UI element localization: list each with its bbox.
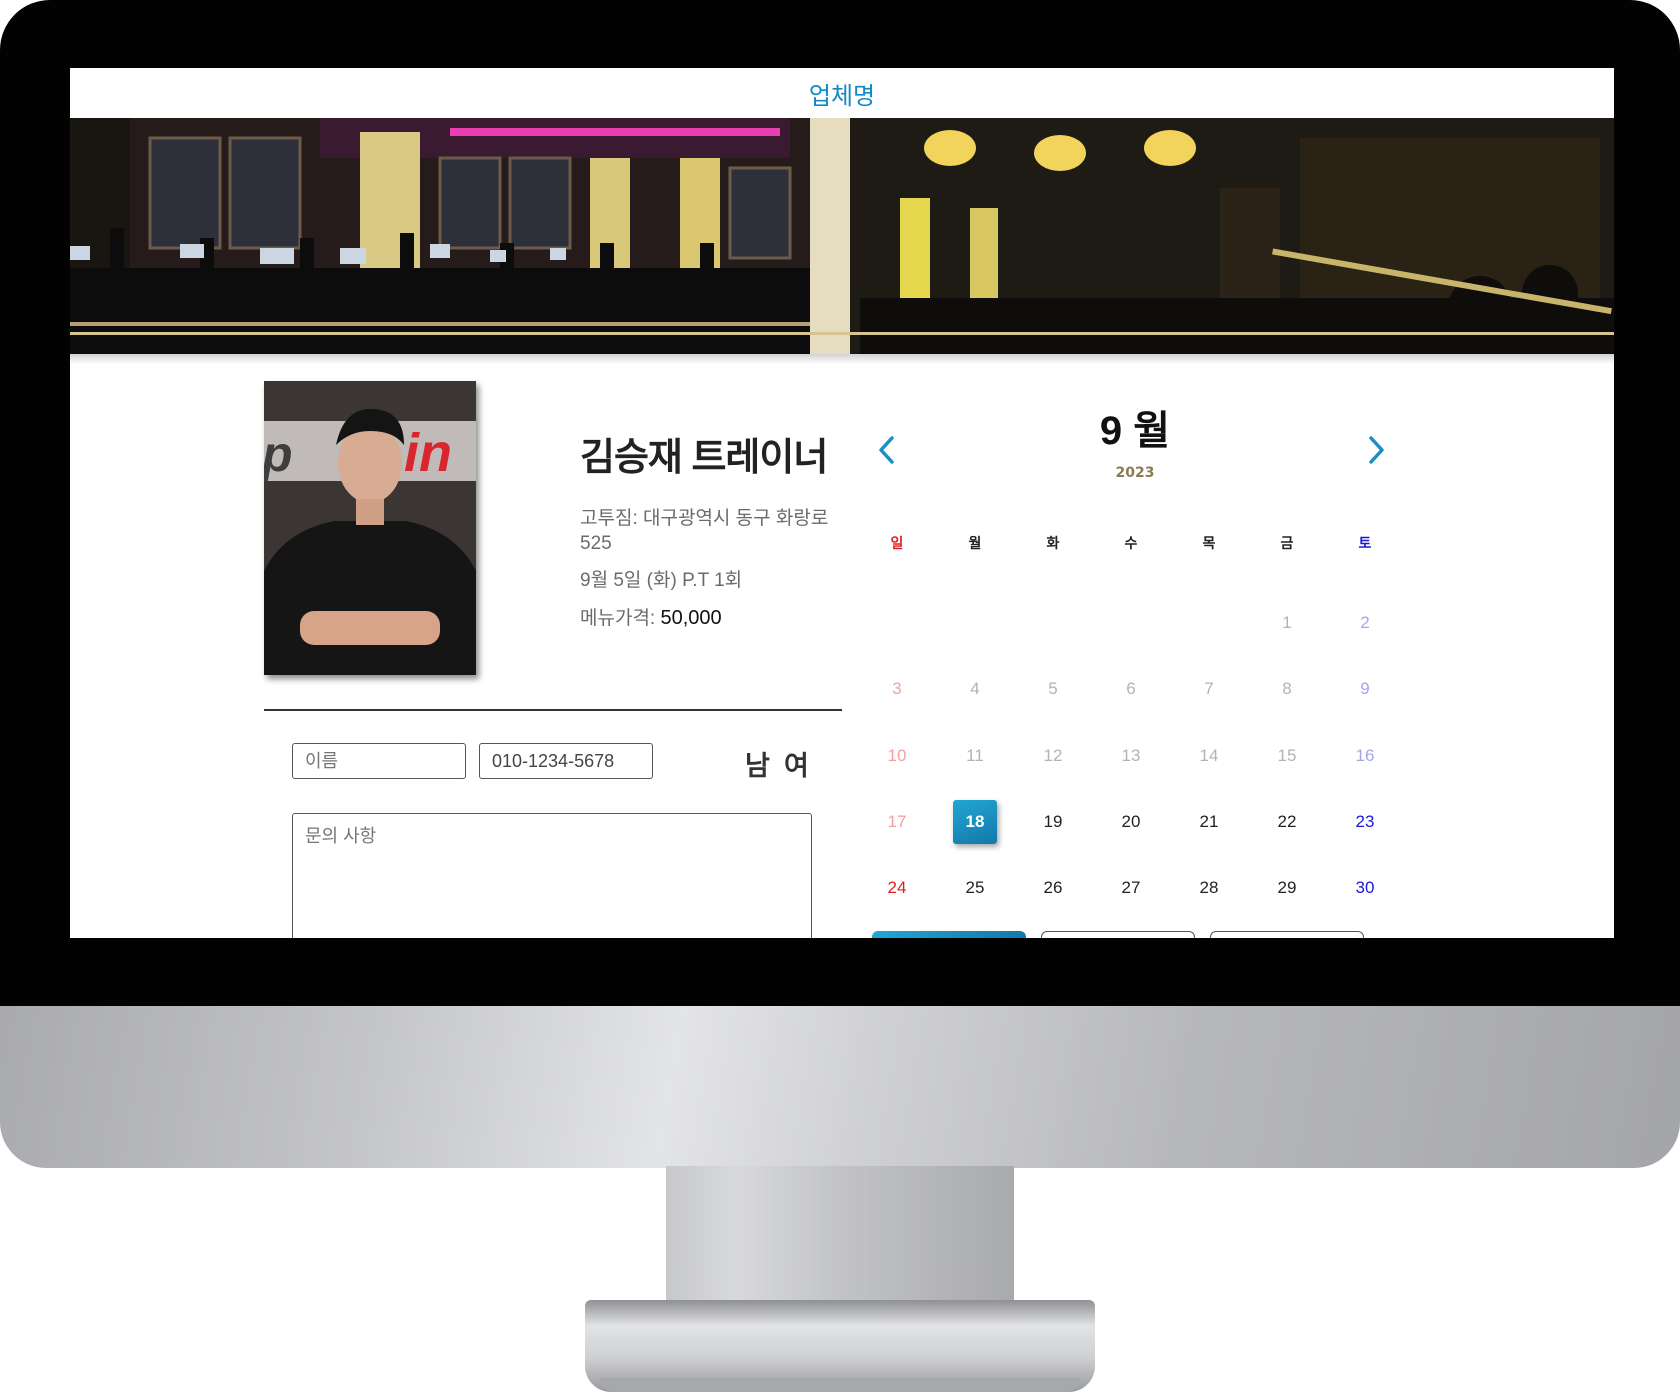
calendar-day[interactable]: 21: [1187, 800, 1231, 844]
calendar-day-selected[interactable]: 18: [953, 800, 997, 844]
phone-input[interactable]: [479, 743, 653, 779]
monitor-stand-base-edge: [600, 1378, 1080, 1392]
calendar-day[interactable]: 12: [1031, 734, 1075, 778]
calendar-year: 2023: [1115, 465, 1155, 481]
calendar-day[interactable]: 6: [1109, 667, 1153, 711]
calendar-day[interactable]: 25: [953, 866, 997, 910]
gender-female-option[interactable]: 여: [784, 744, 809, 783]
svg-text:in: in: [404, 423, 452, 483]
calendar-day[interactable]: 9: [1343, 667, 1387, 711]
weekday-sun: 일: [890, 536, 904, 552]
calendar-day[interactable]: 30: [1343, 866, 1387, 910]
calendar-day[interactable]: 17: [875, 800, 919, 844]
calendar-day[interactable]: 19: [1031, 800, 1075, 844]
time-slot-button[interactable]: [872, 931, 1026, 938]
calendar-day[interactable]: 1: [1265, 601, 1309, 645]
inquiry-textarea[interactable]: [292, 813, 812, 938]
content-area: in p 김승재 트레이너 고투짐: 대구광역시 동구 화랑로 525 9월 5…: [70, 68, 1614, 938]
calendar-day[interactable]: 8: [1265, 667, 1309, 711]
calendar-day[interactable]: 2: [1343, 601, 1387, 645]
weekday-sat: 토: [1358, 536, 1372, 552]
session-info: 9월 5일 (화) P.T 1회: [580, 570, 743, 591]
calendar-day[interactable]: 11: [953, 734, 997, 778]
time-slot-button[interactable]: [1210, 931, 1364, 938]
calendar-month: 9 월: [1099, 409, 1171, 453]
calendar-day[interactable]: 5: [1031, 667, 1075, 711]
calendar-day[interactable]: 29: [1265, 866, 1309, 910]
weekday-tue: 화: [1046, 536, 1060, 552]
trainer-address: 고투짐: 대구광역시 동구 화랑로 525: [580, 508, 829, 554]
calendar-day[interactable]: 14: [1187, 734, 1231, 778]
calendar-day[interactable]: 28: [1187, 866, 1231, 910]
time-slot-button[interactable]: [1041, 931, 1195, 938]
weekday-mon: 월: [968, 536, 982, 552]
weekday-wed: 수: [1124, 536, 1138, 552]
price-value: 50,000: [660, 607, 722, 629]
calendar-day[interactable]: 22: [1265, 800, 1309, 844]
calendar-day[interactable]: 24: [875, 866, 919, 910]
calendar-day[interactable]: 27: [1109, 866, 1153, 910]
menu-price: 메뉴가격: 50,000: [580, 606, 830, 631]
calendar-day[interactable]: 16: [1343, 734, 1387, 778]
weekday-fri: 금: [1280, 536, 1294, 552]
next-month-button[interactable]: [1359, 430, 1393, 470]
chevron-right-icon: [1369, 436, 1384, 464]
prev-month-button[interactable]: [870, 430, 904, 470]
trainer-portrait-illustration: in p: [264, 381, 476, 675]
svg-text:p: p: [264, 426, 293, 482]
calendar-day[interactable]: 4: [953, 667, 997, 711]
section-divider: [264, 709, 842, 711]
trainer-photo: in p: [264, 381, 476, 675]
trainer-name: 김승재 트레이너: [580, 437, 828, 479]
chevron-left-icon: [879, 436, 894, 464]
monitor-chin: [0, 1006, 1680, 1168]
monitor-stand-neck: [666, 1166, 1014, 1316]
calendar-day[interactable]: 13: [1109, 734, 1153, 778]
calendar-day[interactable]: 23: [1343, 800, 1387, 844]
gender-male-option[interactable]: 남: [745, 744, 770, 783]
price-label: 메뉴가격:: [580, 608, 656, 629]
calendar-day[interactable]: 7: [1187, 667, 1231, 711]
calendar-day[interactable]: 20: [1109, 800, 1153, 844]
weekday-thu: 목: [1202, 536, 1216, 552]
name-input[interactable]: [292, 743, 466, 779]
calendar-day[interactable]: 15: [1265, 734, 1309, 778]
calendar-day[interactable]: 3: [875, 667, 919, 711]
calendar-day[interactable]: 26: [1031, 866, 1075, 910]
calendar-day[interactable]: 10: [875, 734, 919, 778]
